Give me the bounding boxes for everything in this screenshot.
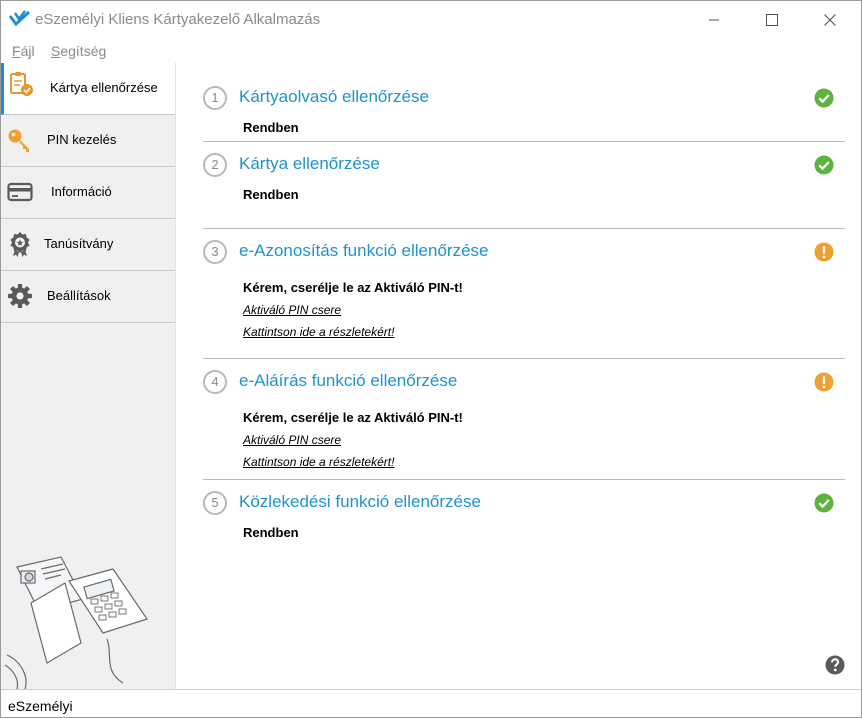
app-logo-icon (9, 10, 31, 27)
warning-icon (814, 242, 834, 262)
sidebar-item-pin[interactable]: PIN kezelés (1, 115, 175, 167)
check-title: Közlekedési funkció ellenőrzése (239, 492, 481, 511)
sidebar-item-label: Kártya ellenőrzése (50, 80, 158, 95)
menu-help-accel: S (51, 43, 61, 59)
check-status: Kérem, cserélje le az Aktiváló PIN-t! (243, 410, 463, 425)
menu-file-accel: F (12, 43, 21, 59)
certificate-icon (10, 232, 30, 257)
details-link[interactable]: Kattintson ide a részletekért! (243, 325, 394, 339)
divider (203, 141, 845, 142)
step-number: 4 (203, 370, 227, 394)
success-icon (814, 493, 834, 513)
main-content: 1 Kártyaolvasó ellenőrzése Rendben 2 Kár… (176, 63, 861, 689)
status-bar-text: eSzemélyi (8, 698, 73, 714)
status-bar: eSzemélyi (1, 689, 861, 717)
menu-bar: Fájl Segítség (1, 38, 861, 64)
help-icon[interactable] (825, 655, 845, 675)
sidebar-item-settings[interactable]: Beállítások (1, 271, 175, 323)
card-icon (7, 182, 33, 202)
sidebar-item-label: Beállítások (47, 288, 111, 303)
gear-icon (8, 284, 32, 308)
check-status: Rendben (243, 120, 299, 135)
minimize-icon (709, 19, 719, 20)
title-bar[interactable]: eSzemélyi Kliens Kártyakezelő Alkalmazás (1, 1, 861, 38)
close-button[interactable] (807, 1, 853, 38)
sidebar-item-card-check[interactable]: Kártya ellenőrzése (1, 63, 175, 115)
clipboard-check-icon (10, 72, 33, 96)
check-title: Kártyaolvasó ellenőrzése (239, 87, 429, 106)
close-icon (824, 13, 836, 26)
success-icon (814, 155, 834, 175)
sidebar-item-certificate[interactable]: Tanúsítvány (1, 219, 175, 271)
card-reader-illustration (4, 556, 148, 689)
sidebar-item-label: PIN kezelés (47, 132, 117, 147)
check-title: e-Aláírás funkció ellenőrzése (239, 371, 458, 390)
step-number: 2 (203, 153, 227, 177)
menu-help-label: egítség (60, 43, 107, 59)
check-status: Kérem, cserélje le az Aktiváló PIN-t! (243, 280, 463, 295)
check-status: Rendben (243, 525, 299, 540)
key-icon (8, 129, 29, 152)
step-number: 1 (203, 86, 227, 110)
step-number: 5 (203, 491, 227, 515)
menu-help[interactable]: Segítség (51, 43, 106, 59)
sidebar-item-label: Tanúsítvány (44, 236, 114, 251)
menu-file[interactable]: Fájl (12, 43, 35, 59)
check-status: Rendben (243, 187, 299, 202)
check-title: Kártya ellenőrzése (239, 154, 380, 173)
divider (203, 228, 845, 229)
change-activation-pin-link[interactable]: Aktiváló PIN csere (243, 303, 341, 317)
check-title: e-Azonosítás funkció ellenőrzése (239, 241, 489, 260)
warning-icon (814, 372, 834, 392)
sidebar-item-label: Információ (51, 184, 112, 199)
minimize-button[interactable] (691, 1, 737, 38)
change-activation-pin-link[interactable]: Aktiváló PIN csere (243, 433, 341, 447)
app-window: eSzemélyi Kliens Kártyakezelő Alkalmazás… (0, 0, 862, 718)
maximize-icon (766, 13, 778, 26)
step-number: 3 (203, 240, 227, 264)
details-link[interactable]: Kattintson ide a részletekért! (243, 455, 394, 469)
divider (203, 358, 845, 359)
sidebar-item-info[interactable]: Információ (1, 167, 175, 219)
divider (203, 479, 845, 480)
sidebar: Kártya ellenőrzése PIN kezelés Informáci… (1, 63, 176, 689)
success-icon (814, 88, 834, 108)
maximize-button[interactable] (749, 1, 795, 38)
window-title: eSzemélyi Kliens Kártyakezelő Alkalmazás (35, 11, 321, 28)
menu-file-label: ájl (20, 43, 35, 59)
